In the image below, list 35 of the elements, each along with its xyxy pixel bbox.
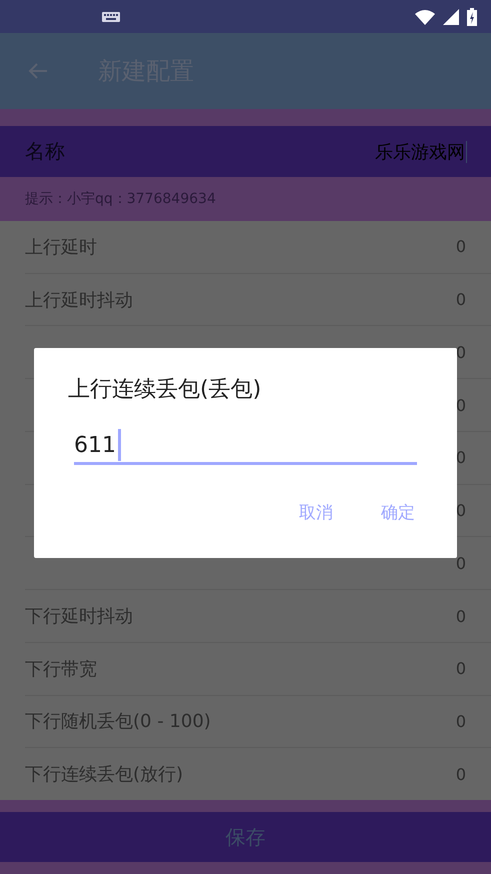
setting-row[interactable]: 下行随机丢包(0 - 100) 0 (25, 696, 491, 748)
name-label: 名称 (25, 138, 66, 165)
setting-label: 下行延时抖动 (25, 605, 133, 628)
signal-icon (443, 8, 459, 24)
setting-row[interactable]: 上行延时 0 (25, 221, 491, 274)
setting-value: 0 (456, 712, 466, 731)
wifi-icon (415, 8, 435, 24)
setting-value: 0 (456, 342, 466, 362)
setting-label: 下行带宽 (25, 658, 97, 681)
dialog-title: 上行连续丢包(丢包) (68, 376, 262, 404)
setting-label: 下行连续丢包(放行) (25, 763, 184, 786)
input-field[interactable]: 611 (74, 428, 417, 465)
setting-value: 0 (456, 659, 466, 678)
setting-row[interactable]: 下行连续丢包(放行) 0 (25, 748, 491, 800)
name-value: 乐乐游戏网 (375, 140, 465, 164)
setting-label: 上行延时 (25, 236, 97, 259)
setting-value: 0 (456, 606, 466, 626)
setting-row[interactable]: 下行带宽 0 (25, 642, 491, 696)
setting-label: 上行延时抖动 (25, 288, 133, 312)
setting-value: 0 (456, 237, 466, 256)
setting-value: 0 (456, 764, 466, 784)
setting-value: 0 (456, 554, 466, 573)
confirm-button[interactable]: 确定 (381, 501, 415, 524)
setting-row[interactable]: 下行延时抖动 0 (25, 590, 491, 643)
setting-label: 下行随机丢包(0 - 100) (25, 710, 211, 734)
setting-row[interactable]: 上行延时抖动 0 (25, 274, 491, 326)
setting-value: 0 (456, 396, 466, 415)
back-arrow-icon[interactable] (28, 61, 48, 81)
cancel-button[interactable]: 取消 (299, 501, 333, 524)
name-field[interactable]: 名称 乐乐游戏网 (0, 126, 491, 177)
battery-icon (467, 8, 477, 26)
setting-value: 0 (456, 501, 466, 520)
setting-value: 0 (456, 290, 466, 310)
keyboard-icon (102, 12, 120, 22)
setting-value: 0 (456, 448, 466, 468)
